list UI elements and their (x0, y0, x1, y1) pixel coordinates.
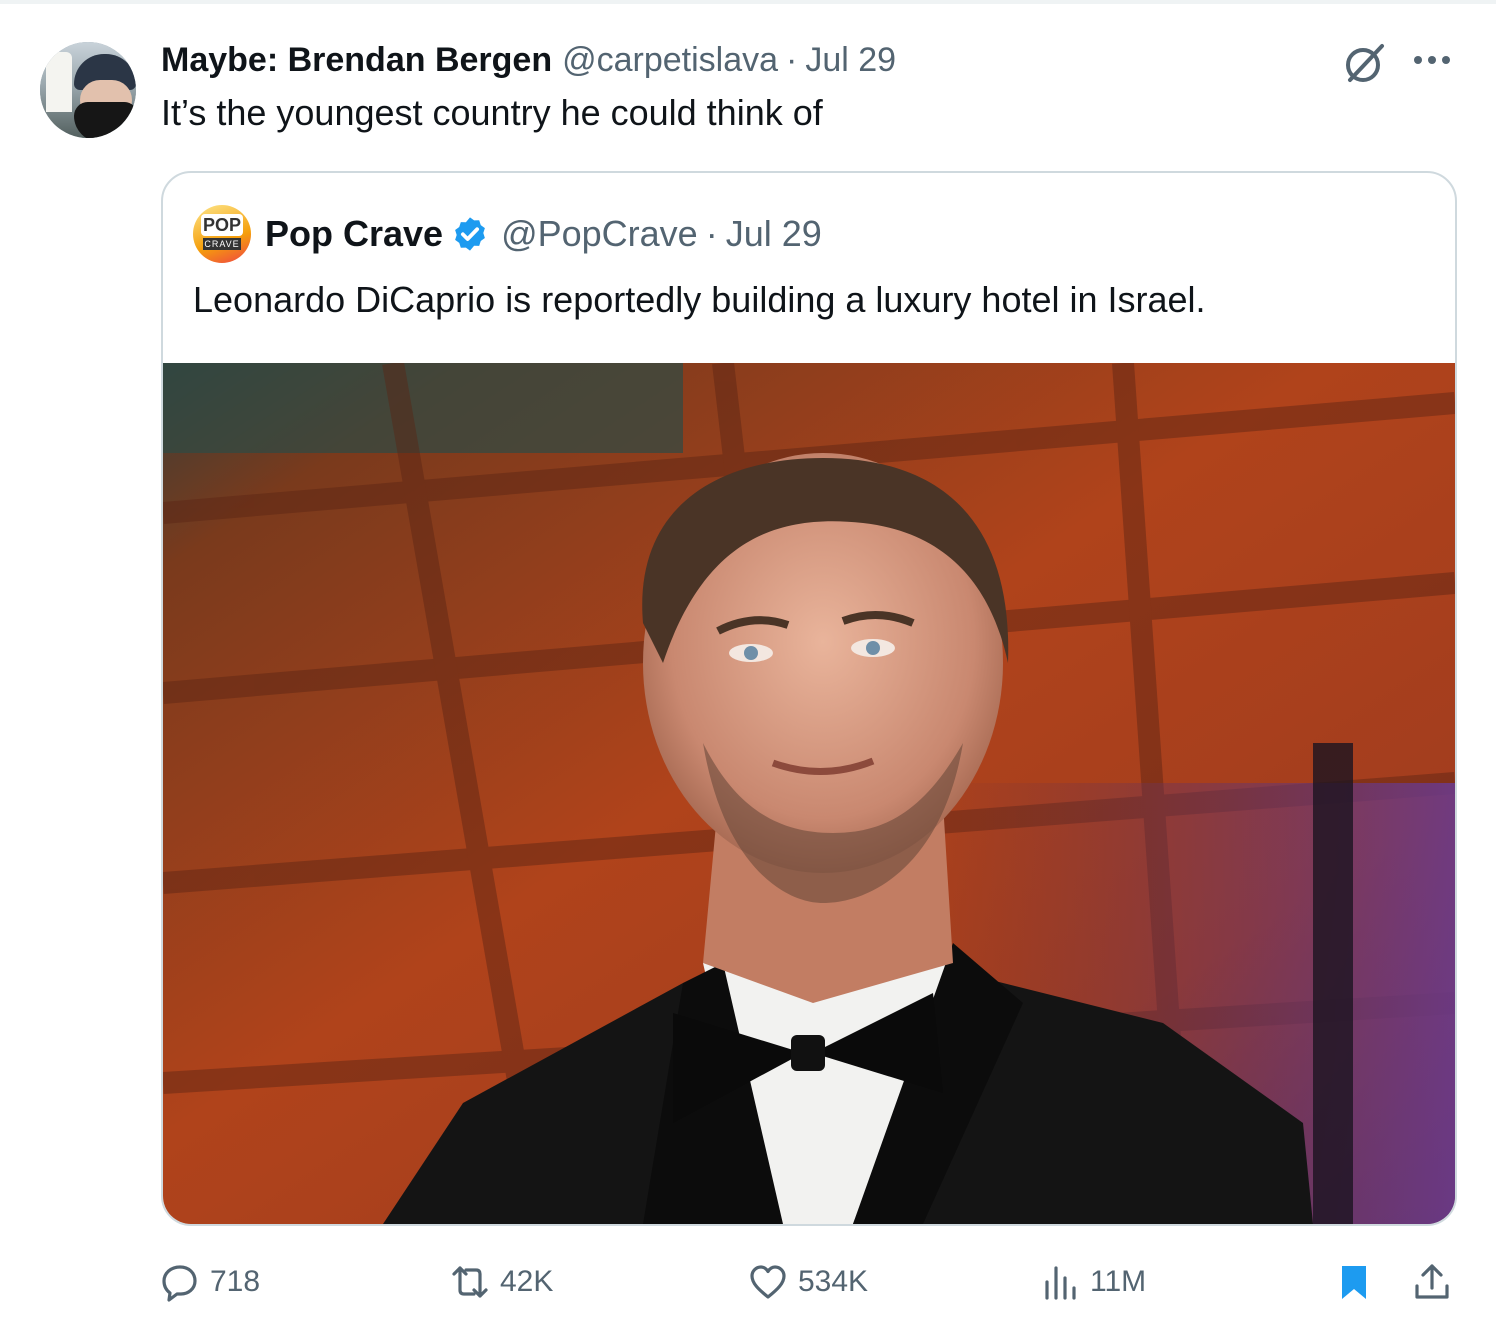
retweet-count: 42K (500, 1265, 554, 1298)
quoted-tweet-text: Leonardo DiCaprio is reportedly building… (193, 279, 1206, 320)
bookmark-button[interactable] (1334, 1252, 1374, 1312)
more-icon[interactable] (1410, 48, 1454, 72)
avatar-logo-pop: POP (201, 214, 243, 236)
header-separator: · (786, 40, 798, 79)
author-handle[interactable]: @carpetislava (562, 41, 778, 80)
quoted-header-separator: · (705, 213, 718, 254)
reply-count: 718 (210, 1265, 261, 1298)
author-avatar[interactable] (40, 42, 136, 138)
quoted-author-handle[interactable]: @PopCrave (501, 213, 698, 255)
tweet-text: It’s the youngest country he could think… (161, 92, 823, 133)
share-icon (1415, 1264, 1449, 1299)
tweet-header: Maybe: Brendan Bergen @carpetislava · Ju… (161, 38, 896, 82)
retweet-icon (452, 1266, 488, 1298)
grok-icon[interactable] (1342, 40, 1388, 86)
bookmark-icon (1342, 1266, 1366, 1299)
quoted-tweet-header: POP CRAVE Pop Crave @PopCrave · Jul 29 (193, 205, 822, 263)
like-button[interactable]: 534K (748, 1252, 868, 1312)
quoted-tweet-card[interactable]: POP CRAVE Pop Crave @PopCrave · Jul 29 L… (161, 171, 1457, 1226)
share-button[interactable] (1412, 1252, 1452, 1312)
reply-icon (162, 1265, 197, 1302)
retweet-button[interactable]: 42K (450, 1252, 553, 1312)
author-name[interactable]: Maybe: Brendan Bergen (161, 41, 552, 80)
avatar-logo-crave: CRAVE (203, 238, 241, 250)
reply-button[interactable]: 718 (160, 1252, 260, 1312)
verified-badge-icon (455, 217, 485, 251)
avatar-building (46, 52, 72, 112)
like-count: 534K (798, 1265, 869, 1298)
quoted-tweet-date[interactable]: Jul 29 (726, 213, 822, 255)
top-divider (0, 0, 1496, 4)
views-count: 11M (1090, 1265, 1147, 1298)
views-button[interactable]: 11M (1040, 1252, 1146, 1312)
tweet-actions: 718 42K 534K 11M (0, 1252, 1496, 1312)
tweet-date[interactable]: Jul 29 (805, 41, 896, 80)
quoted-author-name[interactable]: Pop Crave (265, 213, 443, 255)
quoted-tweet-photo[interactable] (163, 363, 1455, 1224)
avatar-mask (74, 102, 136, 138)
views-icon (1045, 1266, 1076, 1300)
quoted-author-avatar[interactable]: POP CRAVE (193, 205, 251, 263)
photo-illustration (163, 363, 1455, 1224)
like-icon (750, 1265, 786, 1299)
